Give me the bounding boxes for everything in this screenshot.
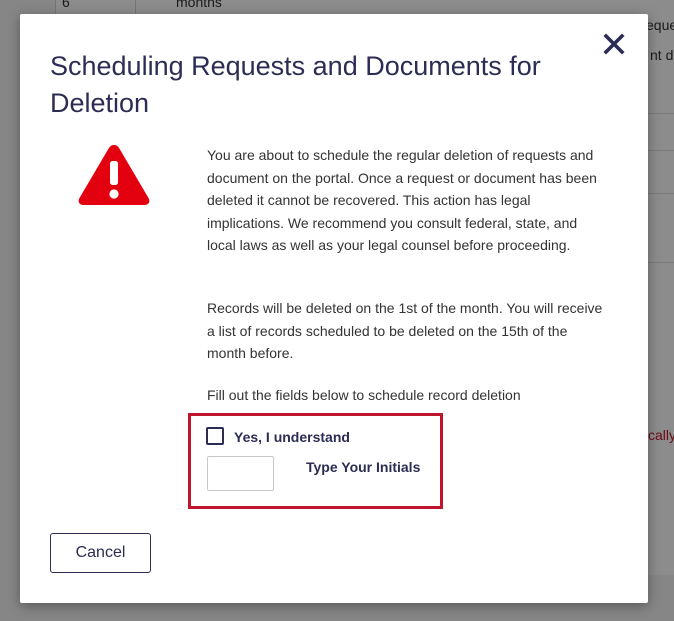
schedule-info-paragraph: Records will be deleted on the 1st of th… — [207, 300, 603, 361]
warning-paragraph: You are about to schedule the regular de… — [207, 147, 597, 253]
initials-input[interactable] — [207, 456, 274, 491]
deletion-schedule-dialog: Scheduling Requests and Documents for De… — [20, 14, 648, 603]
warning-triangle-icon — [78, 145, 150, 205]
understand-checkbox[interactable] — [206, 427, 224, 445]
instructions-paragraph: Fill out the fields below to schedule re… — [207, 387, 521, 403]
close-icon — [603, 33, 625, 55]
understand-checkbox-label[interactable]: Yes, I understand — [234, 429, 350, 445]
cancel-button[interactable]: Cancel — [50, 533, 151, 573]
close-button[interactable] — [602, 32, 626, 56]
initials-label: Type Your Initials — [306, 459, 421, 475]
dialog-title: Scheduling Requests and Documents for De… — [50, 51, 541, 118]
